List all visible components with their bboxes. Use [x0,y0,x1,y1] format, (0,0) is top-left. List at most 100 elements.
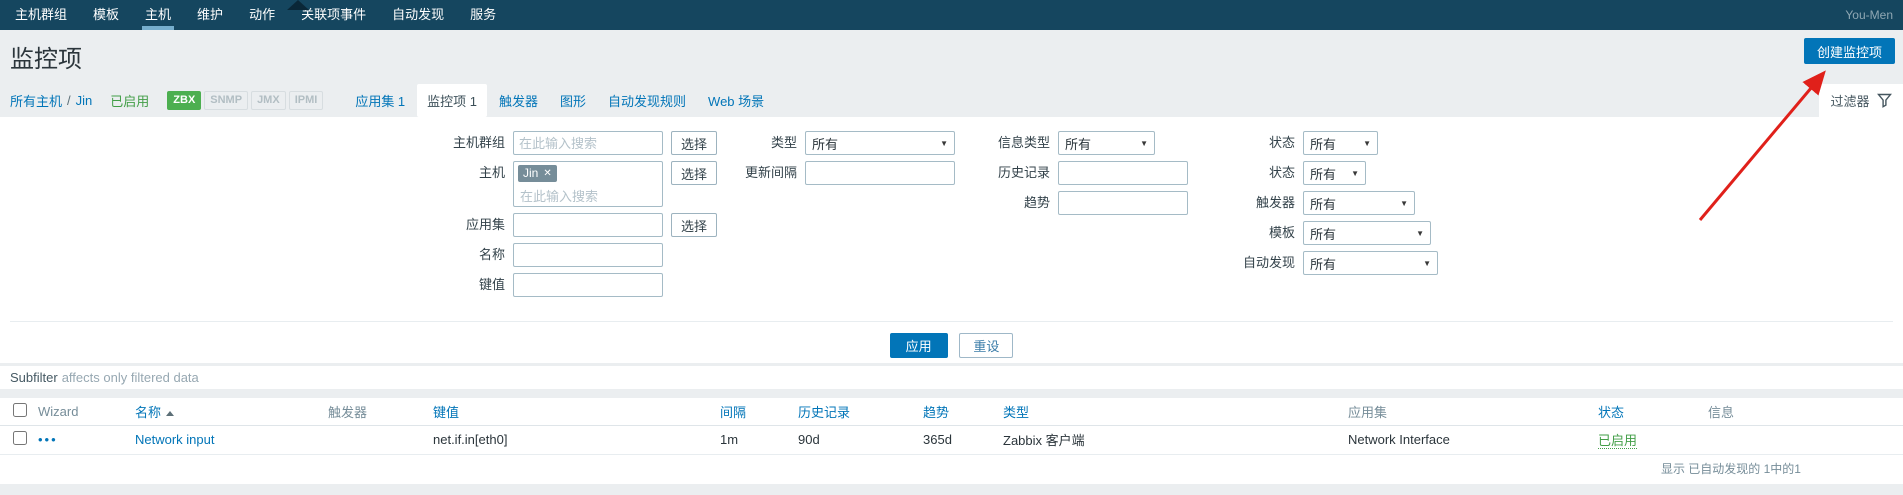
host-input-placeholder: 在此输入搜索 [518,186,658,205]
col-header-applications: 应用集 [1343,398,1593,425]
logged-in-user: You-Men [1845,0,1903,30]
item-status-link[interactable]: 已启用 [1598,433,1637,449]
template-select-value: 所有 [1310,224,1336,243]
title-row: 监控项 创建监控项 [0,30,1903,83]
create-item-button[interactable]: 创建监控项 [1804,38,1895,64]
apply-button[interactable]: 应用 [890,333,948,358]
chevron-down-icon: ▼ [1351,169,1359,178]
subfilter-note: affects only filtered data [62,370,199,385]
history-label: 历史记录 [920,161,1058,185]
breadcrumb-host-link[interactable]: Jin [76,93,93,108]
filter-toggle-tab[interactable]: 过滤器 [1819,84,1903,117]
type-label: 类型 [660,131,805,155]
item-type-cell: Zabbix 客户端 [998,425,1343,454]
triggers-select-value: 所有 [1310,194,1336,213]
zbx-agent-badge: ZBX [167,91,201,110]
chevron-down-icon: ▼ [1400,199,1408,208]
filter-column-2: 类型 所有 ▼ 更新间隔 [660,131,955,191]
hostgroup-input[interactable] [513,131,663,155]
filter-buttons: 应用 重设 [0,333,1903,358]
triggers-select[interactable]: 所有 ▼ [1303,191,1415,215]
jmx-agent-badge: JMX [251,91,286,110]
tab-graphs[interactable]: 图形 [550,84,596,117]
info-type-label: 信息类型 [920,131,1058,155]
item-info-cell [1703,425,1903,454]
state-select[interactable]: 所有 ▼ [1303,161,1366,185]
item-name-link[interactable]: Network input [135,432,214,447]
col-header-triggers: 触发器 [323,398,428,425]
application-select-button[interactable]: 选择 [671,213,717,237]
subfilter-bar: Subfilter affects only filtered data [0,366,1903,389]
nav-item-templates[interactable]: 模板 [80,0,132,30]
chevron-down-icon: ▼ [1416,229,1424,238]
items-table-container: Wizard 名称 触发器 键值 间隔 历史记录 趋势 类型 应用集 状态 信息… [0,398,1903,484]
tab-discovery-rules[interactable]: 自动发现规则 [598,84,696,117]
breadcrumb: 所有主机 / Jin 已启用 ZBX SNMP JMX IPMI 应用集 1 监… [0,83,1819,117]
col-header-wizard: Wizard [33,398,130,425]
template-label: 模板 [1165,221,1303,245]
discovery-select[interactable]: 所有 ▼ [1303,251,1438,275]
col-header-status[interactable]: 状态 [1593,398,1703,425]
host-status-enabled: 已启用 [110,91,149,110]
top-navbar: 主机群组 模板 主机 维护 动作 关联项事件 自动发现 服务 You-Men [0,0,1903,30]
reset-button[interactable]: 重设 [959,333,1013,358]
ipmi-agent-badge: IPMI [289,91,324,110]
chip-close-icon[interactable]: ✕ [543,166,551,181]
application-label: 应用集 [353,213,513,237]
wizard-menu-icon[interactable]: ••• [38,432,58,447]
col-header-key[interactable]: 键值 [428,398,715,425]
tooltip-pointer-icon [287,0,309,10]
info-type-select[interactable]: 所有 ▼ [1058,131,1155,155]
tab-applications[interactable]: 应用集 1 [345,84,415,117]
nav-item-discovery[interactable]: 自动发现 [379,0,457,30]
col-header-type[interactable]: 类型 [998,398,1343,425]
table-pagination-summary: 显示 已自动发现的 1中的1 [1661,460,1801,477]
host-section-tabs: 应用集 1 监控项 1 触发器 图形 自动发现规则 Web 场景 [345,84,776,117]
row-checkbox[interactable] [13,431,27,445]
filter-panel: 主机群组 选择 主机 Jin ✕ 在此输入搜索 选择 应用集 选择 名称 [0,117,1903,363]
application-input[interactable] [513,213,663,237]
nav-item-services[interactable]: 服务 [457,0,509,30]
tab-items[interactable]: 监控项 1 [417,84,487,117]
status-label: 状态 [1165,131,1303,155]
chevron-down-icon: ▼ [1363,139,1371,148]
nav-item-hosts[interactable]: 主机 [132,0,184,30]
item-triggers-cell [323,425,428,454]
breadcrumb-separator: / [67,93,71,108]
item-history-cell: 90d [793,425,918,454]
col-header-info: 信息 [1703,398,1903,425]
host-chip: Jin ✕ [518,165,557,182]
page-title: 监控项 [10,39,82,74]
trends-label: 趋势 [920,191,1058,215]
discovery-label: 自动发现 [1165,251,1303,275]
col-header-history[interactable]: 历史记录 [793,398,918,425]
name-input[interactable] [513,243,663,267]
status-select[interactable]: 所有 ▼ [1303,131,1378,155]
item-trends-cell: 365d [918,425,998,454]
table-row: ••• Network input net.if.in[eth0] 1m 90d… [0,425,1903,454]
select-all-checkbox[interactable] [13,403,27,417]
host-chip-label: Jin [523,166,538,181]
hostgroup-label: 主机群组 [353,131,513,155]
tab-triggers[interactable]: 触发器 [489,84,548,117]
tab-web-scenarios[interactable]: Web 场景 [698,84,774,117]
key-input[interactable] [513,273,663,297]
host-input[interactable]: Jin ✕ 在此输入搜索 [513,161,663,207]
item-key-cell: net.if.in[eth0] [428,425,715,454]
type-select-value: 所有 [812,134,838,153]
sort-asc-icon [166,411,174,416]
snmp-agent-badge: SNMP [204,91,248,110]
col-header-trends[interactable]: 趋势 [918,398,998,425]
nav-item-actions[interactable]: 动作 [236,0,288,30]
filter-tab-label: 过滤器 [1830,91,1869,110]
breadcrumb-all-hosts-link[interactable]: 所有主机 [10,91,62,110]
agent-availability-badges: ZBX SNMP JMX IPMI [167,91,323,110]
funnel-icon [1877,93,1892,108]
item-interval-cell: 1m [715,425,793,454]
nav-item-host-groups[interactable]: 主机群组 [2,0,80,30]
nav-item-maintenance[interactable]: 维护 [184,0,236,30]
template-select[interactable]: 所有 ▼ [1303,221,1431,245]
item-applications-cell: Network Interface [1343,425,1593,454]
col-header-interval[interactable]: 间隔 [715,398,793,425]
col-header-name[interactable]: 名称 [130,398,323,425]
